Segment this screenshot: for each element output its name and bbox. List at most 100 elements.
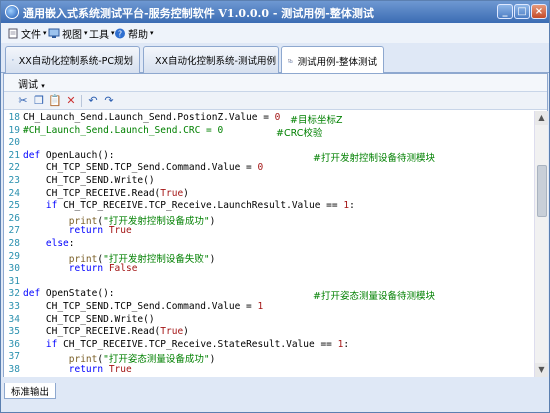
code-line[interactable]: 25 if CH_TCP_RECEIVE.TCP_Receive.LaunchR… <box>4 200 534 212</box>
code-line[interactable]: 32 def OpenState(): #打开姿态测量设备待测模块 <box>4 288 534 302</box>
undo-icon[interactable]: ↶ <box>86 94 100 108</box>
scrollbar-thumb[interactable] <box>537 165 547 217</box>
code-line[interactable]: 23 CH_TCP_SEND.Write() <box>4 175 534 187</box>
code-line[interactable]: 34 CH_TCP_SEND.Write() <box>4 314 534 326</box>
sync-icon <box>288 58 293 63</box>
copy-icon[interactable]: ❐ <box>32 94 46 108</box>
code-line[interactable]: 28 else: <box>4 238 534 250</box>
code-line[interactable]: 22 CH_TCP_SEND.TCP_Send.Command.Value = … <box>4 162 534 174</box>
menu-view[interactable]: 视图 ▾ <box>48 26 88 41</box>
output-bar: 标准输出 <box>1 377 549 412</box>
title-bar[interactable]: 通用嵌入式系统测试平台-服务控制软件 V1.0.0.0 - 测试用例-整体测试 … <box>1 1 549 23</box>
code-line[interactable]: 18 CH_Launch_Send.Launch_Send.PostionZ.Va… <box>4 112 534 126</box>
code-text: CH_TCP_RECEIVE.Read(True) <box>23 187 189 199</box>
tab-pc-planning-label: XX自动化控制系统-PC规划 <box>18 56 133 67</box>
menu-debug[interactable]: 调试 ▾ <box>18 76 45 91</box>
paste-icon[interactable]: 📋 <box>48 94 62 108</box>
line-number: 31 <box>8 275 20 287</box>
code-line[interactable]: 20 <box>4 137 534 149</box>
redo-icon[interactable]: ↷ <box>102 94 116 108</box>
code-text: #CH_Launch_Send.Launch_Send.CRC = 0 <box>23 124 224 136</box>
line-number: 36 <box>8 338 20 350</box>
menu-debug-label: 调试 <box>18 80 38 91</box>
delete-icon[interactable]: ✕ <box>64 94 78 108</box>
code-text: return True <box>68 364 132 375</box>
code-line[interactable]: 29 print("打开发射控制设备失败") <box>4 250 534 265</box>
code-line[interactable]: 36 if CH_TCP_RECEIVE.TCP_Receive.StateRe… <box>4 339 534 351</box>
code-line[interactable]: 38 return True <box>4 364 534 376</box>
line-number: 25 <box>8 200 20 212</box>
pc-icon <box>12 59 14 61</box>
toolbar-separator <box>81 95 82 107</box>
cut-icon[interactable]: ✂ <box>16 94 30 108</box>
code-line[interactable]: 21 def OpenLauch(): #打开发射控制设备待测模块 <box>4 149 534 164</box>
file-icon <box>8 28 18 38</box>
line-number: 26 <box>8 212 20 224</box>
code-line[interactable]: 33 CH_TCP_SEND.TCP_Send.Command.Value = … <box>4 301 534 313</box>
line-number: 32 <box>8 288 20 300</box>
code-editor[interactable]: 18 CH_Launch_Send.Launch_Send.PostionZ.Va… <box>4 111 534 377</box>
line-number: 28 <box>8 238 20 249</box>
code-text: if CH_TCP_RECEIVE.TCP_Receive.StateResul… <box>45 338 350 350</box>
line-number: 20 <box>8 137 20 149</box>
maximize-button[interactable]: □ <box>514 4 530 19</box>
code-text: CH_Launch_Send.Launch_Send.PostionZ.Valu… <box>23 112 281 123</box>
tab-standard-output[interactable]: 标准输出 <box>4 383 57 399</box>
code-text: CH_TCP_SEND.TCP_Send.Command.Value = 0 <box>23 162 264 174</box>
close-button[interactable]: × <box>531 4 547 19</box>
app-globe-icon <box>5 5 19 19</box>
editor-panel: 调试 ▾ ✂ ❐ 📋 ✕ ↶ ↷ 18 CH_Launch_Send.Launch… <box>3 73 548 377</box>
menu-help[interactable]: ? 帮助 ▾ <box>114 26 154 41</box>
code-line[interactable]: 35 CH_TCP_RECEIVE.Read(True) <box>4 326 534 338</box>
menu-tools-label: 工具 <box>89 29 109 41</box>
code-text: def OpenLauch(): <box>23 149 115 161</box>
line-number: 22 <box>8 162 20 174</box>
debug-menubar: 调试 ▾ <box>4 74 547 92</box>
code-text: CH_TCP_RECEIVE.Read(True) <box>23 326 189 338</box>
vertical-scrollbar[interactable]: ▲ ▼ <box>534 111 548 377</box>
code-line[interactable]: 31 <box>4 276 534 288</box>
line-number: 27 <box>8 225 20 237</box>
chevron-down-icon: ▾ <box>84 29 88 37</box>
chevron-down-icon: ▾ <box>41 82 45 90</box>
window-title: 通用嵌入式系统测试平台-服务控制软件 V1.0.0.0 - 测试用例-整体测试 <box>23 7 374 20</box>
code-line[interactable]: 26 print("打开发射控制设备成功") <box>4 212 534 227</box>
code-line[interactable]: 24 CH_TCP_RECEIVE.Read(True) <box>4 188 534 200</box>
code-line[interactable]: 27 return True <box>4 225 534 237</box>
menu-help-label: 帮助 <box>128 29 148 41</box>
scroll-up-icon[interactable]: ▲ <box>535 111 548 125</box>
edit-toolbar: ✂ ❐ 📋 ✕ ↶ ↷ <box>4 92 547 110</box>
menu-file[interactable]: 文件 ▾ <box>7 26 47 41</box>
scroll-down-icon[interactable]: ▼ <box>535 363 548 377</box>
minimize-button[interactable]: _ <box>497 4 513 19</box>
tab-overall-test-label: 测试用例-整体测试 <box>297 56 377 68</box>
line-number: 23 <box>8 175 20 186</box>
line-number: 19 <box>8 124 20 136</box>
code-line[interactable]: 37 print("打开姿态测量设备成功") <box>4 351 534 365</box>
menu-tools[interactable]: 工具 ▾ <box>89 26 115 41</box>
line-number: 33 <box>8 301 20 312</box>
tab-test-cases[interactable]: XX自动化控制系统-测试用例 <box>143 46 279 73</box>
menu-file-label: 文件 <box>21 29 41 41</box>
main-window: 通用嵌入式系统测试平台-服务控制软件 V1.0.0.0 - 测试用例-整体测试 … <box>0 0 550 413</box>
line-number: 30 <box>8 263 20 275</box>
code-line[interactable]: 30 return False <box>4 263 534 275</box>
code-text: CH_TCP_SEND.Write() <box>23 175 155 186</box>
line-number: 35 <box>8 326 20 338</box>
chevron-down-icon: ▾ <box>150 29 154 37</box>
document-tabs: XX自动化控制系统-PC规划 XX自动化控制系统-测试用例 测试用例-整体测试 <box>1 43 549 74</box>
code-text: return False <box>68 263 138 275</box>
monitor-icon <box>48 28 60 38</box>
tab-test-cases-label: XX自动化控制系统-测试用例 <box>155 56 276 67</box>
code-text: else: <box>45 238 75 249</box>
help-icon: ? <box>115 28 125 38</box>
tab-overall-test[interactable]: 测试用例-整体测试 <box>281 46 384 74</box>
chevron-down-icon: ▾ <box>43 29 47 37</box>
code-text: CH_TCP_SEND.Write() <box>23 313 155 325</box>
code-line[interactable]: 19 #CH_Launch_Send.Launch_Send.CRC = 0 #CR… <box>4 124 534 139</box>
line-number: 37 <box>8 351 20 363</box>
menu-view-label: 视图 <box>62 29 82 41</box>
line-number: 29 <box>8 250 20 262</box>
code-text: if CH_TCP_RECEIVE.TCP_Receive.LaunchResu… <box>45 200 355 212</box>
tab-pc-planning[interactable]: XX自动化控制系统-PC规划 <box>5 46 140 73</box>
